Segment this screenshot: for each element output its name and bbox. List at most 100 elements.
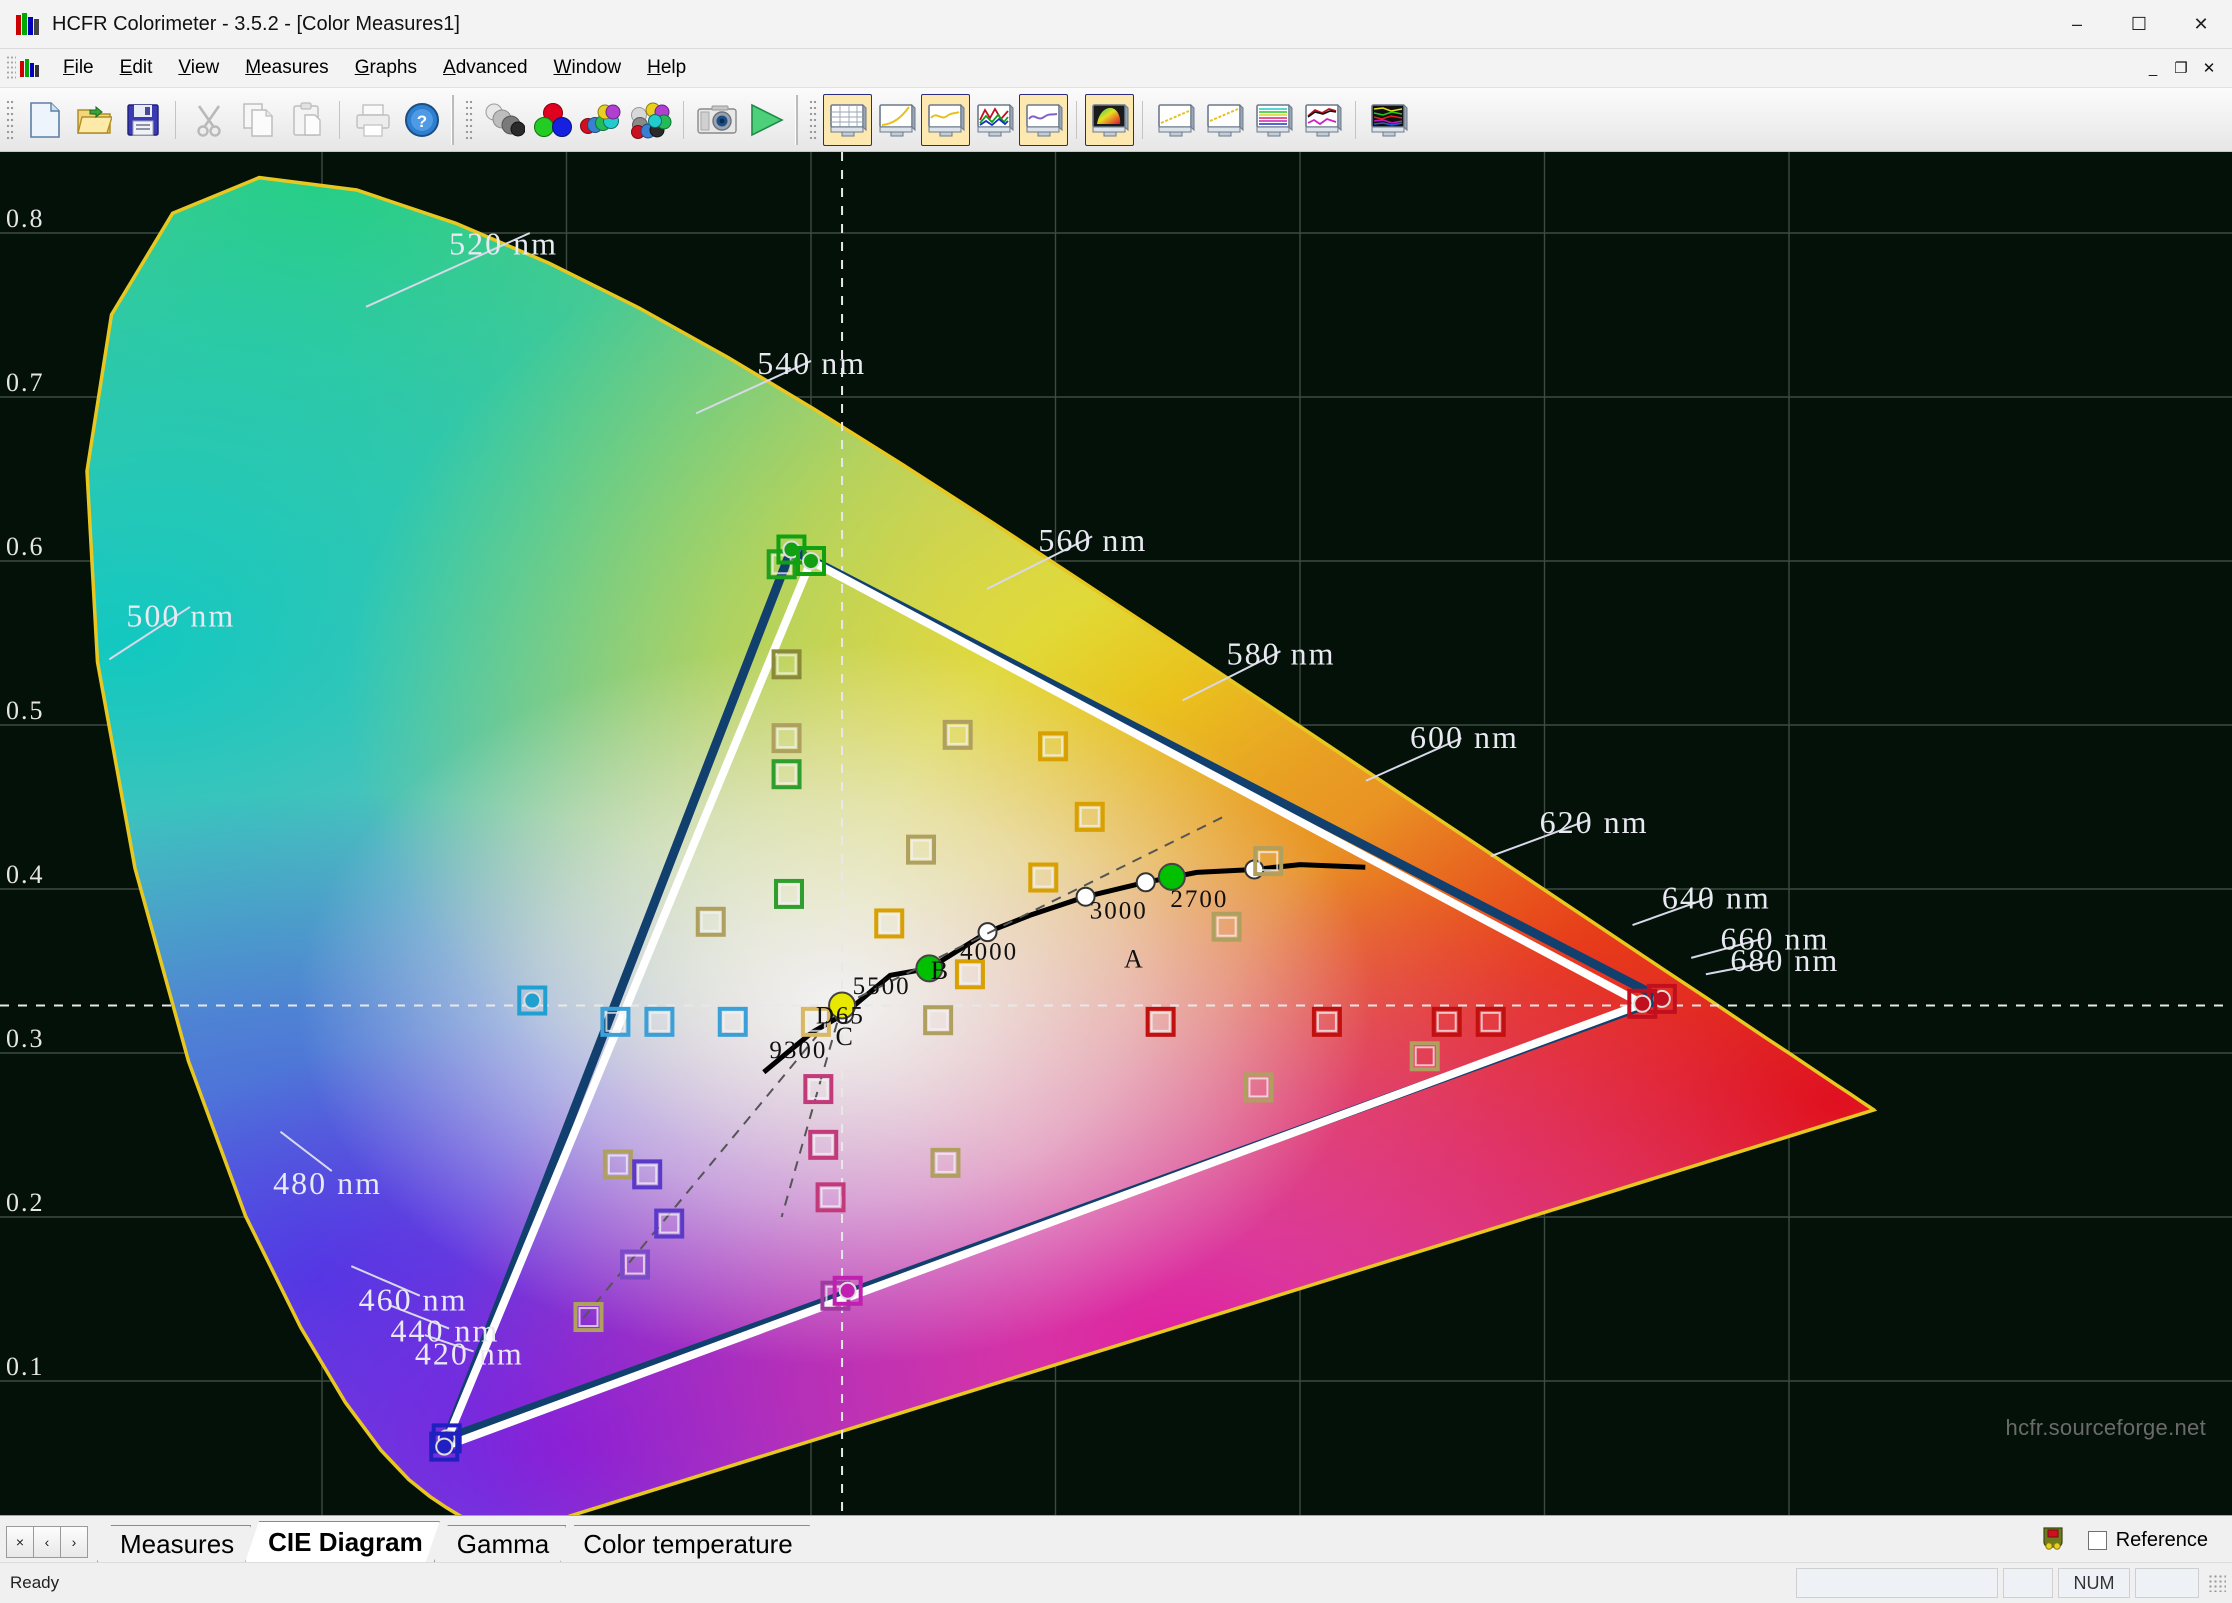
menu-item-view[interactable]: View	[165, 53, 232, 83]
toolbar-grip-handle[interactable]	[6, 98, 15, 141]
printer-icon[interactable]	[348, 94, 397, 146]
monitor-gamma-curve-icon[interactable]	[921, 93, 970, 146]
tab-cie-diagram[interactable]: CIE Diagram	[245, 1521, 440, 1562]
document-tab-bar: × ‹ › Measures CIE Diagram Gamma Color t…	[0, 1515, 2232, 1562]
status-pane-4	[2135, 1568, 2199, 1598]
monitor-rgb-levels-icon[interactable]	[970, 94, 1019, 146]
grayscale-spheres-icon[interactable]	[479, 94, 528, 146]
saturation-spheres-icon[interactable]	[577, 94, 626, 146]
status-pane-1	[1796, 1568, 1998, 1598]
menu-item-advanced[interactable]: Advanced	[430, 53, 541, 83]
reference-checkbox[interactable]	[2087, 1531, 2107, 1550]
svg-text:9300: 9300	[769, 1037, 827, 1064]
menu-label-file: ile	[74, 57, 94, 78]
svg-text:2700: 2700	[1170, 886, 1228, 913]
toolbar-separator	[339, 100, 340, 139]
tab-next-button[interactable]: ›	[60, 1526, 88, 1558]
svg-text:0.6: 0.6	[6, 532, 45, 561]
play-green-triangle-icon[interactable]	[741, 94, 790, 146]
menu-bar: File Edit View Measures Graphs Advanced …	[0, 49, 2232, 88]
monitor-dark-spectrum-icon[interactable]	[1364, 94, 1413, 146]
reference-checkbox-row[interactable]: Reference	[2087, 1529, 2208, 1552]
svg-text:500 nm: 500 nm	[126, 598, 235, 634]
svg-text:480 nm: 480 nm	[273, 1165, 382, 1201]
status-pane-num: NUM	[2058, 1568, 2130, 1598]
toolbar-separator	[1142, 100, 1143, 139]
menu-grip-handle[interactable]	[6, 55, 16, 81]
cie-chromaticity-chart[interactable]: 520 nm 540 nm 560 nm 580 nm 600 nm 620 nm 640 …	[0, 152, 2232, 1515]
save-floppy-icon[interactable]	[118, 94, 167, 146]
toolbar-separator-major	[795, 94, 798, 145]
menu-item-help[interactable]: Help	[634, 53, 699, 83]
monitor-datagrid-icon[interactable]	[823, 93, 872, 146]
svg-text:600 nm: 600 nm	[1410, 719, 1519, 755]
svg-text:0.4: 0.4	[6, 860, 45, 889]
svg-text:B: B	[931, 956, 950, 985]
svg-text:540 nm: 540 nm	[757, 345, 866, 381]
paste-icon[interactable]	[282, 94, 331, 146]
menu-item-measures[interactable]: Measures	[232, 53, 341, 83]
toolbar-grip-handle-2[interactable]	[465, 98, 474, 141]
svg-text:420 nm: 420 nm	[415, 1336, 524, 1372]
menu-item-window[interactable]: Window	[541, 53, 635, 83]
monitor-spectrum-lines-icon[interactable]	[1249, 94, 1298, 146]
tab-gamma[interactable]: Gamma	[434, 1525, 566, 1562]
mdi-child-controls: _ ❐ ✕	[2140, 56, 2232, 80]
menu-label-advanced: dvanced	[455, 57, 528, 78]
toolbar-separator	[1355, 100, 1356, 139]
camera-icon[interactable]	[692, 94, 741, 146]
help-question-icon[interactable]: ?	[397, 94, 446, 146]
svg-text:580 nm: 580 nm	[1227, 635, 1336, 671]
svg-text:0.1: 0.1	[6, 1352, 45, 1381]
reference-label: Reference	[2115, 1529, 2208, 1551]
tab-nav-buttons: × ‹ ›	[6, 1526, 88, 1558]
mdi-close-button[interactable]: ✕	[2196, 56, 2222, 80]
mdi-restore-button[interactable]: ❐	[2168, 56, 2194, 80]
monitor-nearblack-icon[interactable]	[1200, 94, 1249, 146]
tab-prev-button[interactable]: ‹	[33, 1526, 61, 1558]
cut-scissors-icon[interactable]	[184, 94, 233, 146]
monitor-colortemp-curve-icon[interactable]	[1019, 93, 1068, 146]
cie-diagram-panel[interactable]: 520 nm 540 nm 560 nm 580 nm 600 nm 620 nm 640 …	[0, 152, 2232, 1515]
svg-text:0.8: 0.8	[6, 204, 45, 233]
mdi-minimize-button[interactable]: _	[2140, 56, 2166, 80]
open-folder-icon[interactable]	[69, 94, 118, 146]
new-document-icon[interactable]	[20, 94, 69, 146]
full-colors-spheres-icon[interactable]	[626, 94, 675, 146]
menu-item-edit[interactable]: Edit	[107, 53, 166, 83]
primary-colors-spheres-icon[interactable]	[528, 94, 577, 146]
title-bar: HCFR Colorimeter - 3.5.2 - [Color Measur…	[0, 0, 2232, 49]
sensor-device-icon[interactable]	[2040, 1525, 2066, 1556]
svg-text:0.5: 0.5	[6, 696, 45, 725]
svg-text:560 nm: 560 nm	[1038, 522, 1147, 558]
close-button[interactable]: ✕	[2170, 0, 2232, 48]
menu-item-file[interactable]: File	[50, 53, 107, 83]
svg-text:?: ?	[416, 112, 426, 131]
menu-label-measures: easures	[261, 57, 329, 78]
copy-icon[interactable]	[233, 94, 282, 146]
status-bar: Ready NUM	[0, 1562, 2232, 1603]
svg-text:620 nm: 620 nm	[1540, 804, 1649, 840]
status-pane-2	[2003, 1568, 2053, 1598]
monitor-nearwhite-icon[interactable]	[1151, 94, 1200, 146]
toolbar-grip-handle-3[interactable]	[809, 98, 818, 141]
menu-label-edit: dit	[132, 57, 153, 78]
svg-text:5500: 5500	[853, 973, 911, 1000]
svg-text:680 nm: 680 nm	[1730, 942, 1839, 978]
monitor-luminance-curve-icon[interactable]	[872, 94, 921, 146]
maximize-button[interactable]: ☐	[2108, 0, 2170, 48]
svg-text:0.7: 0.7	[6, 368, 45, 397]
monitor-cie-diagram-icon[interactable]	[1085, 93, 1134, 146]
menu-label-help: elp	[660, 57, 687, 78]
monitor-satshift-icon[interactable]	[1298, 94, 1347, 146]
app-icon	[16, 13, 40, 35]
resize-grip[interactable]	[2208, 1574, 2226, 1592]
tab-measures[interactable]: Measures	[97, 1525, 251, 1562]
tab-list: Measures CIE Diagram Gamma Color tempera…	[97, 1521, 804, 1562]
menu-item-graphs[interactable]: Graphs	[342, 53, 430, 83]
toolbar-separator	[1076, 100, 1077, 139]
tabbar-right-controls: Reference	[2040, 1525, 2232, 1556]
tab-close-button[interactable]: ×	[6, 1526, 34, 1558]
tab-color-temperature[interactable]: Color temperature	[560, 1525, 810, 1562]
minimize-button[interactable]: –	[2046, 0, 2108, 48]
